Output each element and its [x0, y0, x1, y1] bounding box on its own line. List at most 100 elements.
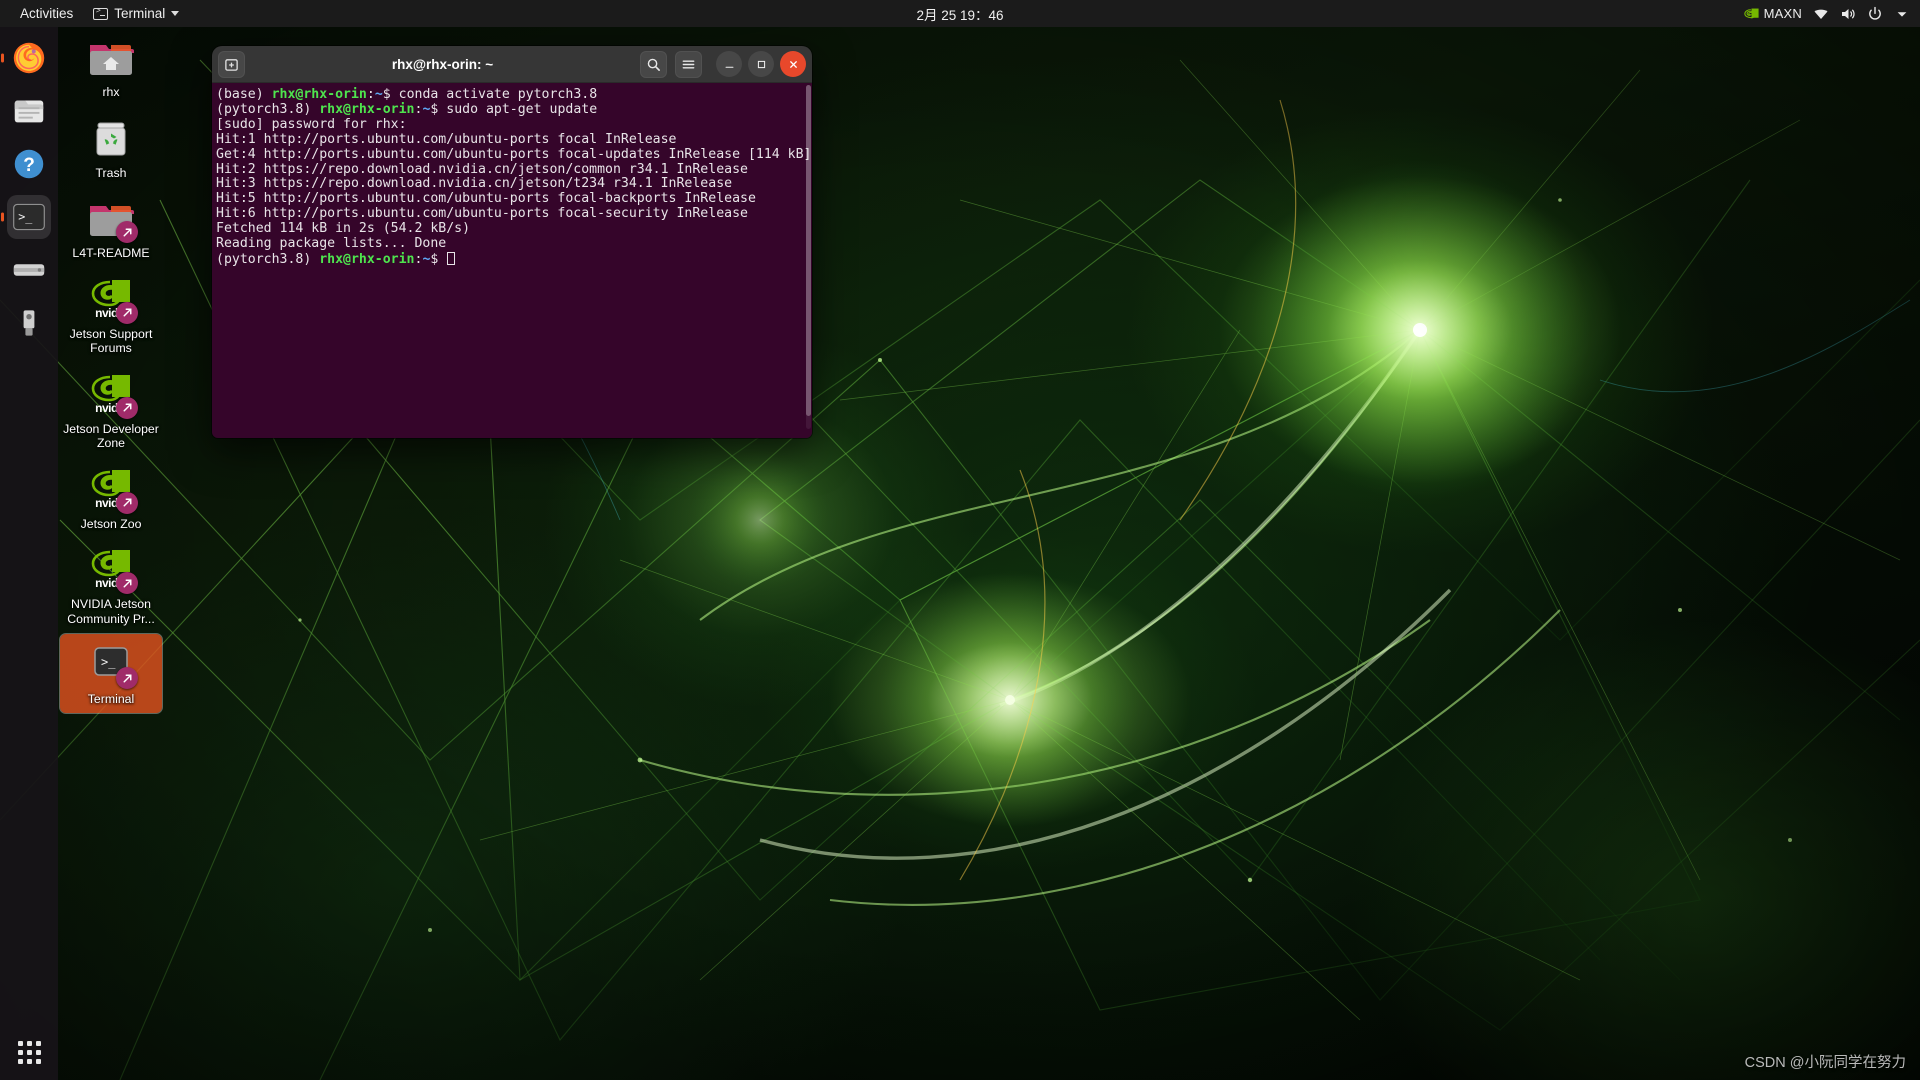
- grid-icon: [17, 1041, 41, 1064]
- chevron-down-icon[interactable]: [1893, 5, 1910, 22]
- watermark: CSDN @小阮同学在努力: [1745, 1051, 1906, 1072]
- terminal-icon: >_: [13, 203, 45, 231]
- link-badge-icon: [116, 396, 138, 419]
- folder-link-icon: [87, 194, 138, 243]
- activities-label: Activities: [20, 6, 74, 21]
- terminal-body[interactable]: (base) rhx@rhx-orin:~$ conda activate py…: [212, 83, 812, 438]
- usb-icon: [23, 310, 35, 336]
- nvidia-link-icon: nvidia: [87, 545, 138, 594]
- nvidia-logo-icon: [1743, 8, 1759, 19]
- terminal-line: [sudo] password for rhx:: [216, 116, 808, 133]
- terminal-line: (base) rhx@rhx-orin:~$ conda activate py…: [216, 87, 808, 103]
- svg-text:>_: >_: [101, 655, 116, 669]
- terminal-text-span: :: [366, 87, 375, 102]
- trash-icon: [87, 114, 135, 162]
- maximize-button[interactable]: [748, 51, 774, 77]
- dock-item-usb-creator[interactable]: [7, 301, 51, 345]
- link-badge-icon: [116, 221, 138, 243]
- desktop-icon-jetson-support-forums[interactable]: nvidia Jetson Support Forums: [60, 269, 162, 362]
- new-tab-icon: [225, 58, 238, 71]
- desktop-icon-l4t-readme[interactable]: L4T-README: [60, 188, 162, 267]
- terminal-window[interactable]: rhx@rhx-orin: ~ (base) rhx@rhx-orin:~$ c…: [212, 46, 812, 438]
- terminal-text-span: rhx@rhx-orin: [319, 101, 415, 117]
- terminal-line: (pytorch3.8) rhx@rhx-orin:~$: [216, 251, 808, 268]
- terminal-output: (base) rhx@rhx-orin:~$ conda activate py…: [216, 87, 811, 268]
- desktop-icon-label: rhx: [102, 85, 120, 99]
- terminal-text-span: [sudo] password for rhx:: [216, 116, 407, 132]
- dock-item-files[interactable]: [7, 89, 51, 133]
- close-button[interactable]: [780, 51, 806, 77]
- clock-label: 2月 25 19：46: [916, 7, 1004, 23]
- desktop-icon-label: Trash: [95, 165, 127, 180]
- terminal-line: Hit:6 http://ports.ubuntu.com/ubuntu-por…: [216, 206, 808, 222]
- dock-item-terminal[interactable]: >_: [7, 195, 51, 239]
- terminal-text-span: (base): [216, 87, 272, 102]
- watermark-text: CSDN @小阮同学在努力: [1744, 1055, 1906, 1071]
- terminal-scrollbar[interactable]: [806, 85, 811, 430]
- show-applications-button[interactable]: [0, 1041, 58, 1064]
- help-icon: ?: [14, 149, 44, 179]
- terminal-text-span: Hit:1 http://ports.ubuntu.com/ubuntu-por…: [216, 131, 677, 147]
- desktop-icon-nvidia-jetson-community-projects[interactable]: nvidia NVIDIA Jetson Community Pr...: [60, 539, 162, 632]
- app-menu-label: Terminal: [114, 6, 166, 21]
- terminal-line: Reading package lists... Done: [216, 236, 808, 252]
- terminal-cursor: [447, 251, 456, 265]
- search-icon: [647, 58, 660, 71]
- terminal-line: (pytorch3.8) rhx@rhx-orin:~$ sudo apt-ge…: [216, 101, 808, 118]
- desktop-icon-rhx[interactable]: rhx: [60, 27, 162, 106]
- desktop-icon-label: L4T-README: [72, 246, 150, 260]
- desktop-icon-label: Jetson Zoo: [80, 516, 142, 531]
- dock-item-disks[interactable]: [7, 248, 51, 292]
- activities-button[interactable]: Activities: [12, 3, 81, 24]
- dock: ? >_: [0, 27, 58, 1080]
- desktop-icon-jetson-developer-zone[interactable]: nvidia Jetson Developer Zone: [60, 364, 162, 457]
- desktop-icon-label: Jetson Support Forums: [69, 326, 153, 356]
- home-folder-icon: [87, 33, 135, 81]
- system-status-area[interactable]: MAXN: [1743, 5, 1910, 22]
- terminal-text-span: (pytorch3.8): [216, 101, 320, 117]
- desktop-icon-area: rhx Trash L4T-README nvidia Jetson Suppo…: [59, 27, 163, 715]
- terminal-title: rhx@rhx-orin: ~: [391, 56, 494, 72]
- new-tab-button[interactable]: [218, 50, 245, 78]
- clock-button[interactable]: 2月 25 19：46: [907, 1, 1012, 27]
- terminal-menu-button[interactable]: [675, 50, 702, 78]
- dock-item-help[interactable]: ?: [7, 142, 51, 186]
- power-mode-indicator[interactable]: MAXN: [1743, 6, 1802, 21]
- disk-icon: [13, 264, 45, 276]
- terminal-line: Hit:1 http://ports.ubuntu.com/ubuntu-por…: [216, 131, 808, 148]
- minimize-button[interactable]: [716, 51, 742, 77]
- dock-item-firefox[interactable]: [7, 36, 51, 80]
- nvidia-link-icon: nvidia: [87, 275, 138, 324]
- close-icon: [789, 60, 797, 68]
- desktop-icon-terminal[interactable]: >_ Terminal: [59, 633, 163, 714]
- nvidia-link-icon: nvidia: [87, 465, 138, 514]
- hamburger-menu-icon: [682, 60, 695, 68]
- terminal-text-span: Fetched 114 kB in 2s (54.2 kB/s): [216, 221, 471, 237]
- terminal-text-span: Hit:3 https://repo.download.nvidia.cn/je…: [216, 176, 733, 192]
- desktop-icon-label: NVIDIA Jetson Community Pr...: [67, 597, 155, 626]
- terminal-text-span: Hit:6 http://ports.ubuntu.com/ubuntu-por…: [216, 206, 748, 222]
- svg-text:?: ?: [23, 155, 35, 176]
- volume-icon[interactable]: [1839, 5, 1856, 22]
- terminal-launcher-icon: >_: [87, 640, 138, 689]
- top-bar: Activities Terminal 2月 25 19：46 MAXN: [0, 0, 1920, 27]
- link-badge-icon: [116, 667, 138, 689]
- svg-text:>_: >_: [18, 210, 33, 224]
- desktop-icon-trash[interactable]: Trash: [60, 108, 162, 187]
- terminal-search-button[interactable]: [640, 50, 667, 78]
- app-menu-button[interactable]: Terminal: [85, 3, 187, 24]
- firefox-icon: [13, 42, 45, 74]
- chevron-down-icon: [171, 11, 180, 16]
- desktop-icon-jetson-zoo[interactable]: nvidia Jetson Zoo: [60, 459, 162, 538]
- terminal-titlebar[interactable]: rhx@rhx-orin: ~: [212, 46, 812, 83]
- wifi-icon[interactable]: [1812, 5, 1829, 22]
- maximize-icon: [757, 60, 765, 68]
- terminal-text-span: rhx@rhx-orin: [271, 87, 367, 102]
- terminal-icon: [93, 6, 109, 20]
- power-icon[interactable]: [1866, 5, 1883, 22]
- terminal-line: Fetched 114 kB in 2s (54.2 kB/s): [216, 221, 808, 237]
- link-badge-icon: [116, 301, 138, 324]
- power-mode-label: MAXN: [1763, 6, 1802, 21]
- minimize-icon: [725, 66, 733, 68]
- desktop-icon-label: Terminal: [87, 692, 135, 706]
